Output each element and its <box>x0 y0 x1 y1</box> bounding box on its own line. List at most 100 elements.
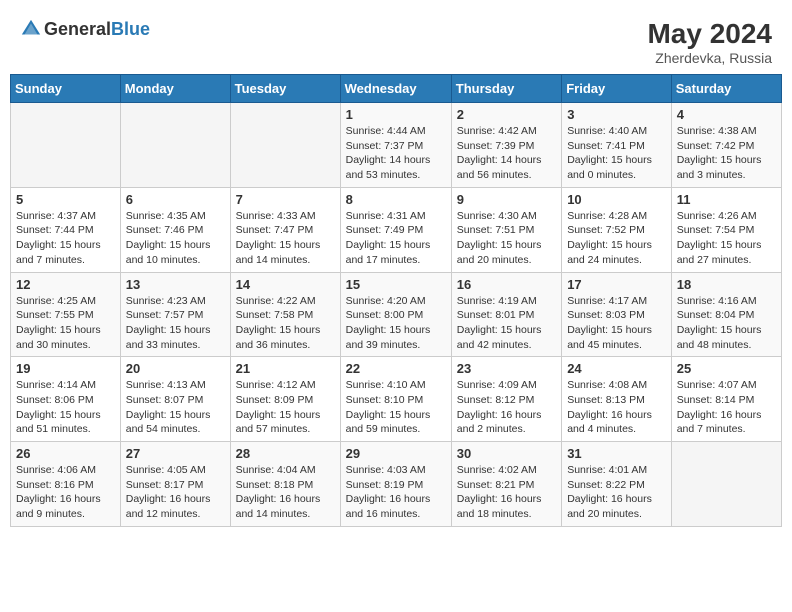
day-number: 22 <box>346 361 446 376</box>
cell-content: Sunrise: 4:42 AM Sunset: 7:39 PM Dayligh… <box>457 124 556 183</box>
day-number: 30 <box>457 446 556 461</box>
day-number: 29 <box>346 446 446 461</box>
cell-content: Sunrise: 4:25 AM Sunset: 7:55 PM Dayligh… <box>16 294 115 353</box>
calendar-table: SundayMondayTuesdayWednesdayThursdayFrid… <box>10 74 782 527</box>
calendar-cell: 6 Sunrise: 4:35 AM Sunset: 7:46 PM Daylig… <box>120 187 230 272</box>
cell-content: Sunrise: 4:20 AM Sunset: 8:00 PM Dayligh… <box>346 294 446 353</box>
calendar-cell: 18Sunrise: 4:16 AM Sunset: 8:04 PM Dayli… <box>671 272 781 357</box>
cell-content: Sunrise: 4:44 AM Sunset: 7:37 PM Dayligh… <box>346 124 446 183</box>
day-number: 13 <box>126 277 225 292</box>
day-number: 16 <box>457 277 556 292</box>
calendar-cell: 30Sunrise: 4:02 AM Sunset: 8:21 PM Dayli… <box>451 442 561 527</box>
calendar-cell: 22 Sunrise: 4:10 AM Sunset: 8:10 PM Dayli… <box>340 357 451 442</box>
calendar-cell: 12 Sunrise: 4:25 AM Sunset: 7:55 PM Dayli… <box>11 272 121 357</box>
calendar-week-1: 1 Sunrise: 4:44 AM Sunset: 7:37 PM Daylig… <box>11 103 782 188</box>
cell-content: Sunrise: 4:23 AM Sunset: 7:57 PM Dayligh… <box>126 294 225 353</box>
weekday-header-saturday: Saturday <box>671 75 781 103</box>
day-number: 26 <box>16 446 115 461</box>
cell-content: Sunrise: 4:30 AM Sunset: 7:51 PM Dayligh… <box>457 209 556 268</box>
calendar-cell: 13 Sunrise: 4:23 AM Sunset: 7:57 PM Dayli… <box>120 272 230 357</box>
calendar-cell: 8Sunrise: 4:31 AM Sunset: 7:49 PM Daylig… <box>340 187 451 272</box>
calendar-cell: 28 Sunrise: 4:04 AM Sunset: 8:18 PM Dayli… <box>230 442 340 527</box>
calendar-cell: 7 Sunrise: 4:33 AM Sunset: 7:47 PM Daylig… <box>230 187 340 272</box>
cell-content: Sunrise: 4:33 AM Sunset: 7:47 PM Dayligh… <box>236 209 335 268</box>
cell-content: Sunrise: 4:07 AM Sunset: 8:14 PM Dayligh… <box>677 378 776 437</box>
calendar-week-2: 5 Sunrise: 4:37 AM Sunset: 7:44 PM Daylig… <box>11 187 782 272</box>
cell-content: Sunrise: 4:35 AM Sunset: 7:46 PM Dayligh… <box>126 209 225 268</box>
calendar-cell <box>671 442 781 527</box>
weekday-header-tuesday: Tuesday <box>230 75 340 103</box>
cell-content: Sunrise: 4:13 AM Sunset: 8:07 PM Dayligh… <box>126 378 225 437</box>
logo-text: GeneralBlue <box>44 19 150 40</box>
calendar-week-5: 26Sunrise: 4:06 AM Sunset: 8:16 PM Dayli… <box>11 442 782 527</box>
cell-content: Sunrise: 4:26 AM Sunset: 7:54 PM Dayligh… <box>677 209 776 268</box>
cell-content: Sunrise: 4:10 AM Sunset: 8:10 PM Dayligh… <box>346 378 446 437</box>
cell-content: Sunrise: 4:01 AM Sunset: 8:22 PM Dayligh… <box>567 463 666 522</box>
cell-content: Sunrise: 4:19 AM Sunset: 8:01 PM Dayligh… <box>457 294 556 353</box>
day-number: 31 <box>567 446 666 461</box>
day-number: 27 <box>126 446 225 461</box>
weekday-header-thursday: Thursday <box>451 75 561 103</box>
calendar-cell: 25 Sunrise: 4:07 AM Sunset: 8:14 PM Dayli… <box>671 357 781 442</box>
weekday-header-row: SundayMondayTuesdayWednesdayThursdayFrid… <box>11 75 782 103</box>
calendar-cell: 1 Sunrise: 4:44 AM Sunset: 7:37 PM Daylig… <box>340 103 451 188</box>
calendar-cell: 14 Sunrise: 4:22 AM Sunset: 7:58 PM Dayli… <box>230 272 340 357</box>
calendar-cell: 5 Sunrise: 4:37 AM Sunset: 7:44 PM Daylig… <box>11 187 121 272</box>
cell-content: Sunrise: 4:04 AM Sunset: 8:18 PM Dayligh… <box>236 463 335 522</box>
calendar-title: May 2024 <box>647 18 772 50</box>
day-number: 7 <box>236 192 335 207</box>
day-number: 14 <box>236 277 335 292</box>
cell-content: Sunrise: 4:03 AM Sunset: 8:19 PM Dayligh… <box>346 463 446 522</box>
day-number: 15 <box>346 277 446 292</box>
calendar-cell: 19Sunrise: 4:14 AM Sunset: 8:06 PM Dayli… <box>11 357 121 442</box>
day-number: 9 <box>457 192 556 207</box>
logo: GeneralBlue <box>20 18 150 40</box>
calendar-cell: 29 Sunrise: 4:03 AM Sunset: 8:19 PM Dayli… <box>340 442 451 527</box>
cell-content: Sunrise: 4:17 AM Sunset: 8:03 PM Dayligh… <box>567 294 666 353</box>
calendar-cell: 27 Sunrise: 4:05 AM Sunset: 8:17 PM Dayli… <box>120 442 230 527</box>
day-number: 6 <box>126 192 225 207</box>
day-number: 25 <box>677 361 776 376</box>
cell-content: Sunrise: 4:38 AM Sunset: 7:42 PM Dayligh… <box>677 124 776 183</box>
calendar-cell: 21 Sunrise: 4:12 AM Sunset: 8:09 PM Dayli… <box>230 357 340 442</box>
cell-content: Sunrise: 4:12 AM Sunset: 8:09 PM Dayligh… <box>236 378 335 437</box>
calendar-header: SundayMondayTuesdayWednesdayThursdayFrid… <box>11 75 782 103</box>
calendar-cell: 20 Sunrise: 4:13 AM Sunset: 8:07 PM Dayli… <box>120 357 230 442</box>
cell-content: Sunrise: 4:40 AM Sunset: 7:41 PM Dayligh… <box>567 124 666 183</box>
calendar-cell: 2 Sunrise: 4:42 AM Sunset: 7:39 PM Daylig… <box>451 103 561 188</box>
day-number: 17 <box>567 277 666 292</box>
cell-content: Sunrise: 4:37 AM Sunset: 7:44 PM Dayligh… <box>16 209 115 268</box>
cell-content: Sunrise: 4:05 AM Sunset: 8:17 PM Dayligh… <box>126 463 225 522</box>
day-number: 5 <box>16 192 115 207</box>
day-number: 18 <box>677 277 776 292</box>
calendar-cell: 4 Sunrise: 4:38 AM Sunset: 7:42 PM Daylig… <box>671 103 781 188</box>
cell-content: Sunrise: 4:22 AM Sunset: 7:58 PM Dayligh… <box>236 294 335 353</box>
day-number: 21 <box>236 361 335 376</box>
calendar-cell: 15 Sunrise: 4:20 AM Sunset: 8:00 PM Dayli… <box>340 272 451 357</box>
day-number: 12 <box>16 277 115 292</box>
calendar-cell: 31 Sunrise: 4:01 AM Sunset: 8:22 PM Dayli… <box>562 442 672 527</box>
calendar-cell: 11 Sunrise: 4:26 AM Sunset: 7:54 PM Dayli… <box>671 187 781 272</box>
logo-icon <box>20 18 42 40</box>
calendar-cell <box>230 103 340 188</box>
day-number: 2 <box>457 107 556 122</box>
day-number: 3 <box>567 107 666 122</box>
day-number: 4 <box>677 107 776 122</box>
weekday-header-friday: Friday <box>562 75 672 103</box>
day-number: 20 <box>126 361 225 376</box>
page-header: GeneralBlue May 2024 Zherdevka, Russia <box>10 10 782 70</box>
day-number: 23 <box>457 361 556 376</box>
calendar-cell: 23Sunrise: 4:09 AM Sunset: 8:12 PM Dayli… <box>451 357 561 442</box>
calendar-cell: 3 Sunrise: 4:40 AM Sunset: 7:41 PM Daylig… <box>562 103 672 188</box>
calendar-cell <box>11 103 121 188</box>
calendar-cell: 9 Sunrise: 4:30 AM Sunset: 7:51 PM Daylig… <box>451 187 561 272</box>
calendar-cell: 16 Sunrise: 4:19 AM Sunset: 8:01 PM Dayli… <box>451 272 561 357</box>
calendar-cell: 26Sunrise: 4:06 AM Sunset: 8:16 PM Dayli… <box>11 442 121 527</box>
day-number: 28 <box>236 446 335 461</box>
weekday-header-monday: Monday <box>120 75 230 103</box>
day-number: 11 <box>677 192 776 207</box>
day-number: 1 <box>346 107 446 122</box>
cell-content: Sunrise: 4:28 AM Sunset: 7:52 PM Dayligh… <box>567 209 666 268</box>
weekday-header-sunday: Sunday <box>11 75 121 103</box>
calendar-cell: 17 Sunrise: 4:17 AM Sunset: 8:03 PM Dayli… <box>562 272 672 357</box>
